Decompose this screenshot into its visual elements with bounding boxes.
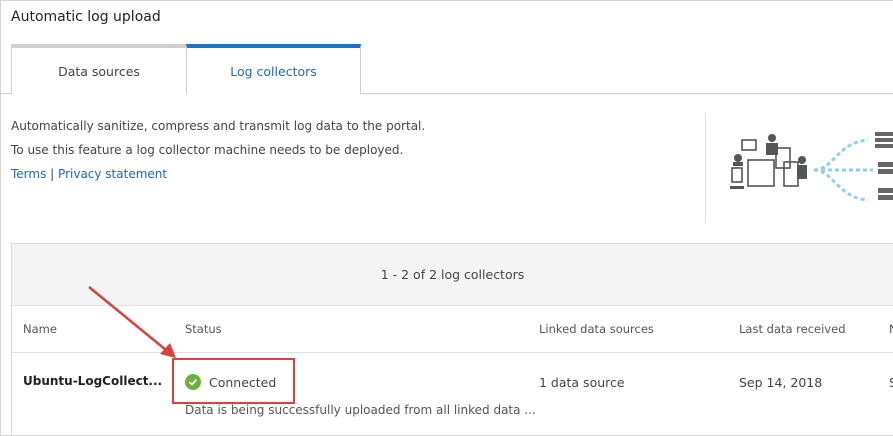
results-count: 1 - 2 of 2 log collectors	[380, 267, 525, 282]
last-data-received-value: Sep 14, 2018	[739, 375, 823, 390]
tab-label: Data sources	[58, 63, 140, 79]
column-header-linked-data-sources[interactable]: Linked data sources	[539, 322, 654, 336]
illustration-divider	[705, 113, 706, 223]
linked-data-sources-value[interactable]: 1 data source	[539, 375, 625, 390]
description-line-2: To use this feature a log collector mach…	[11, 143, 404, 157]
status-detail: Data is being successfully uploaded from…	[185, 403, 536, 417]
column-header-name[interactable]: Name	[23, 322, 57, 336]
header-divider	[12, 352, 893, 353]
legal-links: Terms | Privacy statement	[11, 167, 167, 181]
tab-divider	[361, 93, 893, 94]
page-title: Automatic log upload	[11, 9, 161, 25]
tab-log-collectors[interactable]: Log collectors	[186, 44, 361, 94]
table-summary: 1 - 2 of 2 log collectors	[12, 244, 893, 306]
tab-label: Log collectors	[230, 63, 317, 79]
tab-data-sources[interactable]: Data sources	[11, 44, 187, 94]
terms-link[interactable]: Terms	[11, 167, 46, 181]
privacy-statement-link[interactable]: Privacy statement	[58, 167, 167, 181]
column-header-last-data-received[interactable]: Last data received	[739, 322, 846, 336]
collector-name[interactable]: Ubuntu-LogCollect...	[23, 374, 162, 388]
callout-highlight-box	[172, 358, 295, 404]
description-line-1: Automatically sanitize, compress and tra…	[11, 119, 426, 133]
truncated-cell-value: S	[889, 375, 893, 390]
link-separator: |	[50, 167, 55, 181]
tab-divider	[0, 93, 11, 94]
log-collectors-table: 1 - 2 of 2 log collectors Name Status Li…	[11, 243, 893, 436]
column-header-truncated[interactable]: N	[889, 322, 893, 336]
devices-to-servers-icon	[730, 132, 893, 202]
column-header-status[interactable]: Status	[185, 322, 222, 336]
